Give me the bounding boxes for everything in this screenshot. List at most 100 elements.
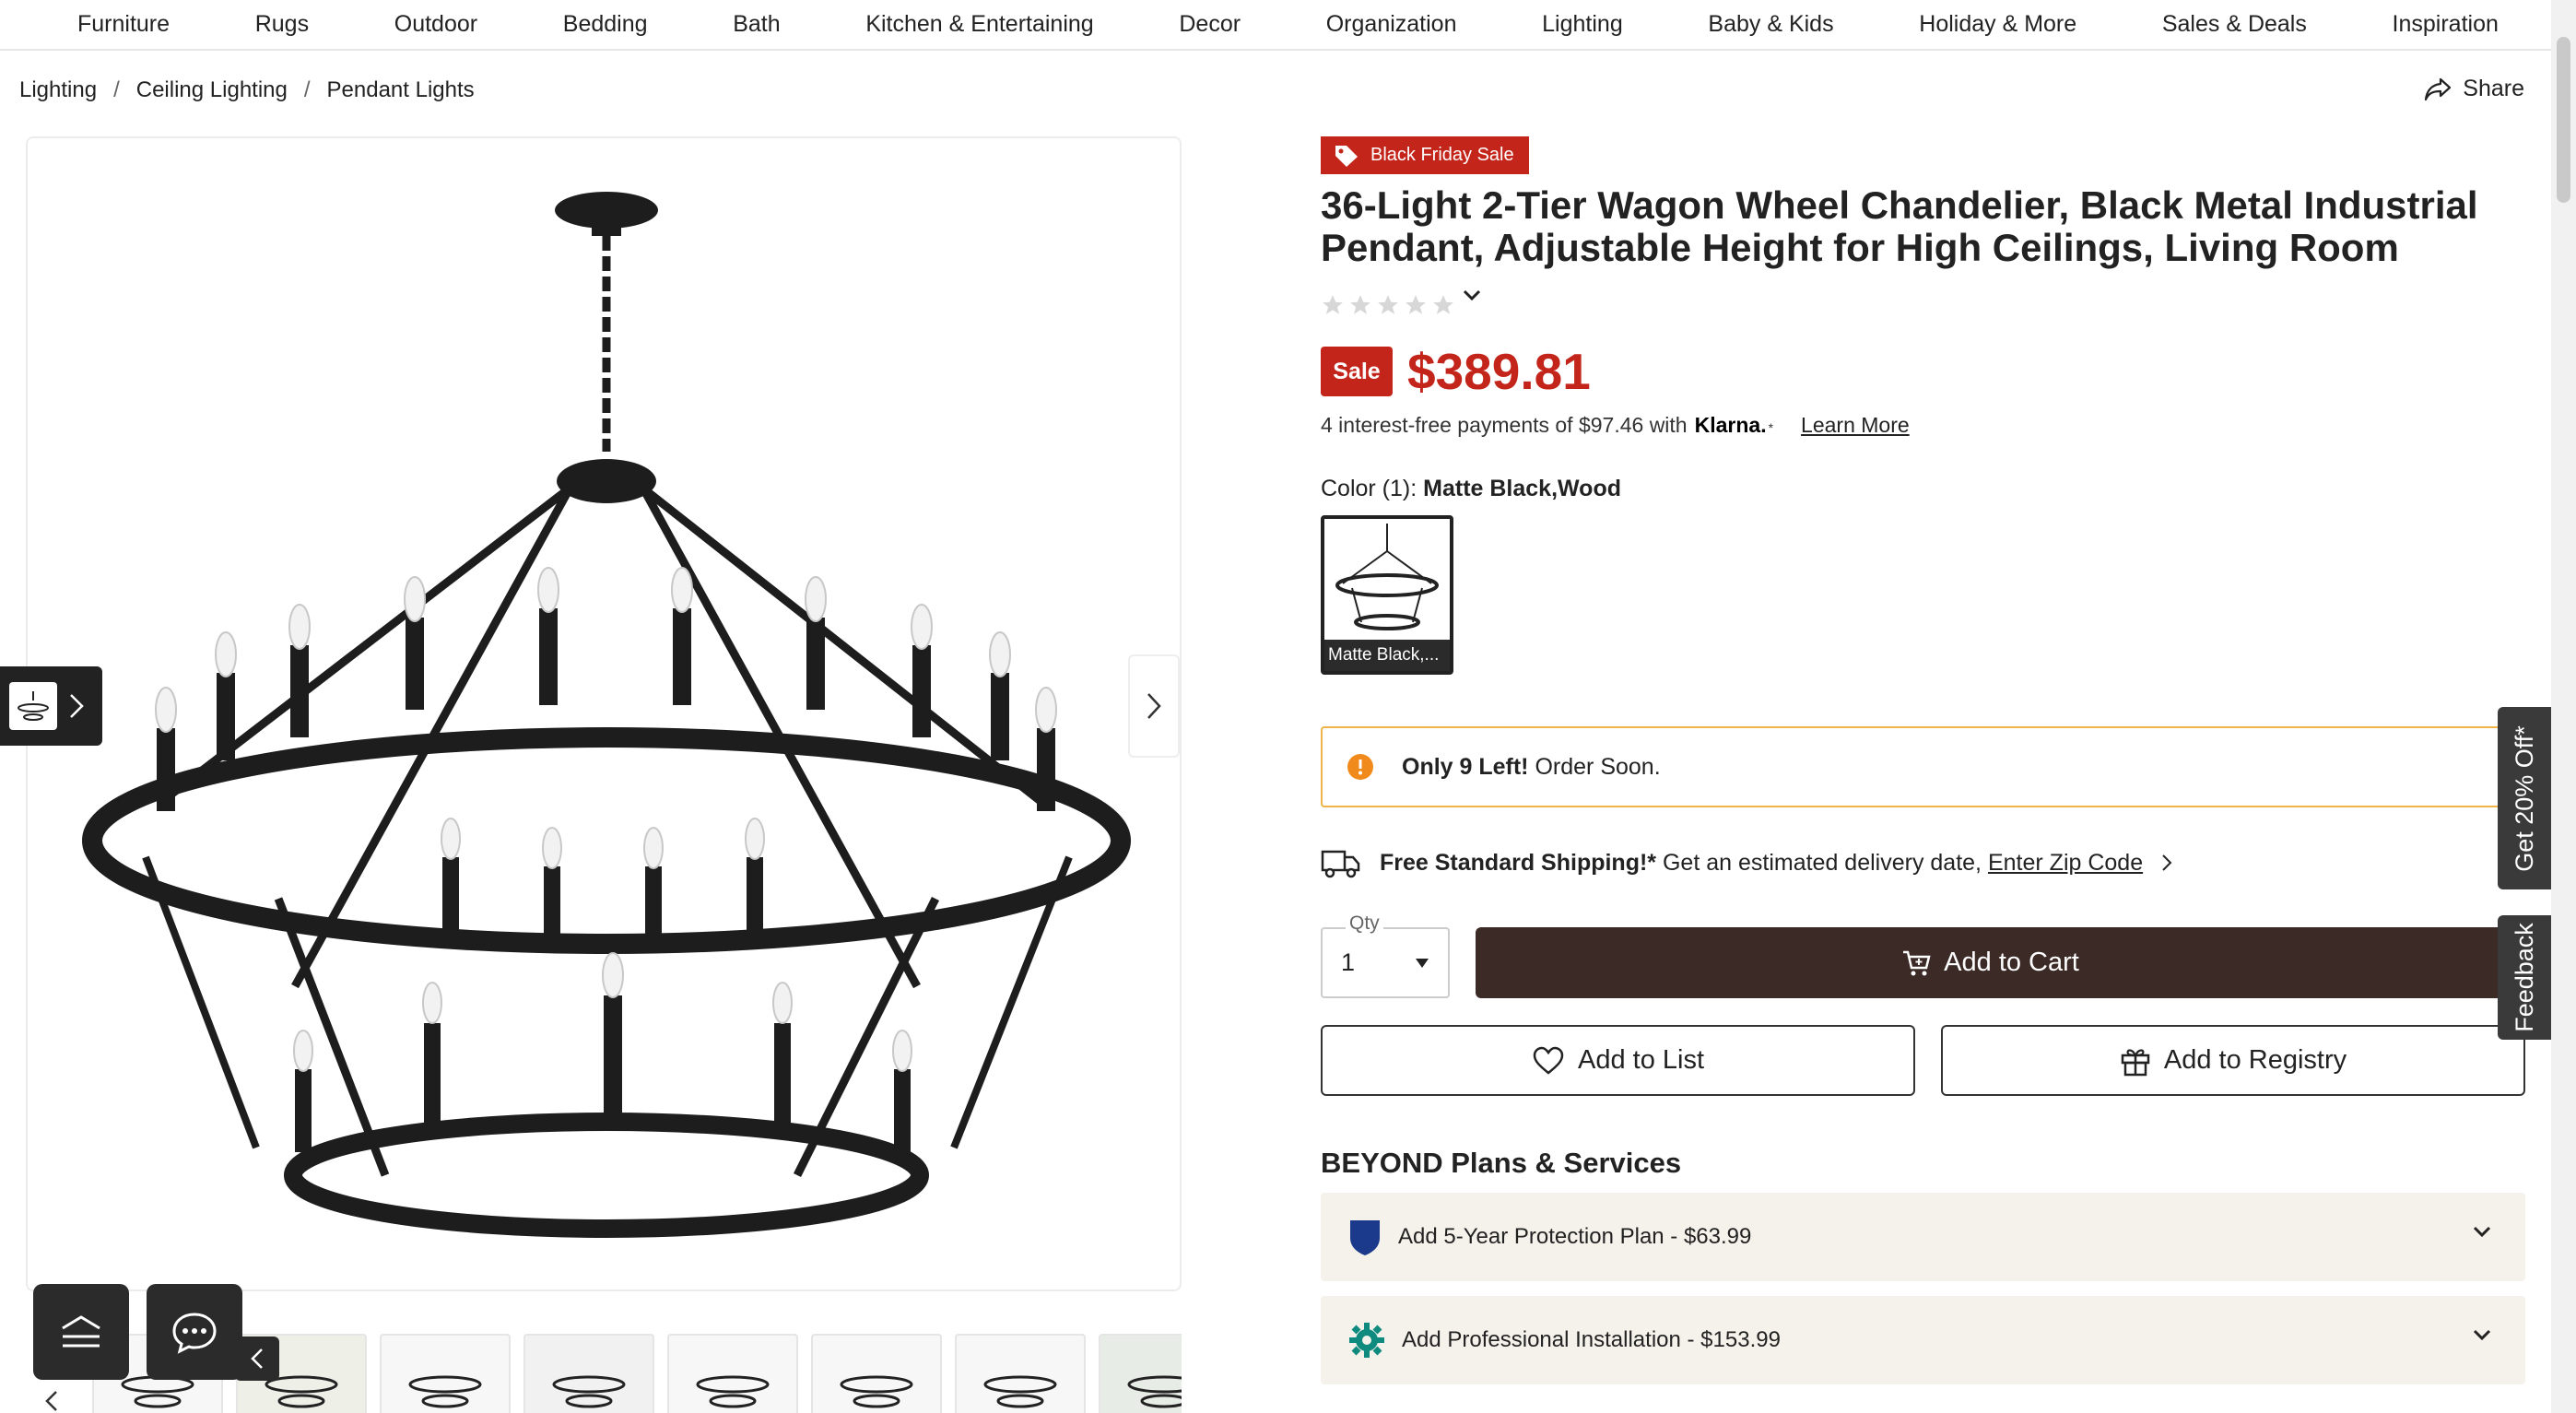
- chevron-right-icon: [2162, 854, 2172, 871]
- rating-dropdown-toggle[interactable]: [1462, 288, 1482, 307]
- add-to-registry-button[interactable]: Add to Registry: [1941, 1025, 2525, 1096]
- chat-icon: [172, 1313, 217, 1354]
- klarna-asterisk: *: [1768, 420, 1774, 435]
- nav-item-kitchen[interactable]: Kitchen & Entertaining: [865, 11, 1093, 38]
- scrollbar-thumb[interactable]: [2557, 37, 2570, 203]
- swatch-caption: Matte Black,...: [1324, 640, 1450, 671]
- star-icon: [1433, 295, 1453, 314]
- thumbnail[interactable]: [1099, 1334, 1182, 1413]
- add-to-cart-button[interactable]: Add to Cart: [1476, 927, 2505, 998]
- chandelier-thumbnail-icon: [840, 1375, 913, 1408]
- nav-item-bath[interactable]: Bath: [733, 11, 780, 38]
- quantity-select[interactable]: 1: [1321, 927, 1450, 998]
- chandelier-thumbnail-icon: [1127, 1375, 1182, 1408]
- breadcrumb-lighting[interactable]: Lighting: [19, 77, 97, 103]
- chevron-down-icon: [2473, 1226, 2491, 1238]
- chandelier-thumbnail-icon: [18, 691, 49, 721]
- share-button[interactable]: Share: [2424, 76, 2524, 102]
- plans-section-title: BEYOND Plans & Services: [1321, 1147, 1682, 1179]
- shipping-message: Free Standard Shipping!* Get an estimate…: [1380, 850, 2143, 877]
- discount-offer-tab[interactable]: Get 20% Off*: [2498, 707, 2551, 889]
- shipping-free-label: Free Standard Shipping!*: [1380, 849, 1657, 876]
- shipping-estimate-text: Get an estimated delivery date,: [1662, 849, 1982, 876]
- top-navigation: Furniture Rugs Outdoor Bedding Bath Kitc…: [0, 0, 2576, 51]
- thumbnail-drawer-tab[interactable]: [0, 666, 102, 746]
- klarna-learn-more-link[interactable]: Learn More: [1801, 413, 1910, 438]
- add-to-list-button[interactable]: Add to List: [1321, 1025, 1915, 1096]
- thumbnail[interactable]: [955, 1334, 1086, 1413]
- thumbnail-prev-button[interactable]: [33, 1383, 70, 1413]
- gift-icon: [2121, 1048, 2150, 1076]
- star-icon: [1323, 295, 1343, 314]
- low-stock-alert: Only 9 Left! Order Soon.: [1321, 726, 2505, 807]
- breadcrumb-ceiling-lighting[interactable]: Ceiling Lighting: [136, 77, 288, 103]
- star-icon: [1406, 295, 1426, 314]
- enter-zip-link[interactable]: Enter Zip Code: [1988, 850, 2143, 876]
- breadcrumb-separator: /: [303, 77, 311, 102]
- promo-badge-label: Black Friday Sale: [1370, 145, 1514, 165]
- protection-plan-option[interactable]: Add 5-Year Protection Plan - $63.99: [1321, 1193, 2525, 1281]
- stock-urgency: Order Soon.: [1535, 753, 1661, 780]
- nav-item-furniture[interactable]: Furniture: [77, 11, 170, 38]
- chandelier-thumbnail-icon: [408, 1375, 482, 1408]
- nav-item-lighting[interactable]: Lighting: [1542, 11, 1623, 38]
- chandelier-image: [82, 192, 1131, 1238]
- nav-item-baby-kids[interactable]: Baby & Kids: [1708, 11, 1833, 38]
- shipping-info: Free Standard Shipping!* Get an estimate…: [1321, 846, 2172, 879]
- scroll-to-top-button[interactable]: [33, 1284, 129, 1380]
- quantity-label: Qty: [1346, 913, 1383, 935]
- add-to-registry-label: Add to Registry: [2163, 1045, 2347, 1075]
- image-next-button[interactable]: [1128, 654, 1180, 758]
- star-icon: [1378, 295, 1398, 314]
- chat-button[interactable]: [147, 1284, 242, 1380]
- installation-label: Add Professional Installation - $153.99: [1402, 1327, 1781, 1352]
- color-value: Matte Black,Wood: [1423, 476, 1621, 501]
- thumbnail[interactable]: [523, 1334, 654, 1413]
- nav-item-decor[interactable]: Decor: [1179, 11, 1241, 38]
- product-main-image[interactable]: [26, 136, 1182, 1291]
- chevron-left-icon: [45, 1391, 57, 1411]
- nav-item-organization[interactable]: Organization: [1326, 11, 1457, 38]
- product-price: $389.81: [1407, 343, 1591, 400]
- klarna-logo: Klarna.: [1694, 413, 1767, 437]
- discount-offer-label: Get 20% Off*: [2510, 724, 2538, 872]
- heart-icon: [1533, 1046, 1564, 1075]
- caret-down-icon: [1416, 958, 1429, 968]
- thumbnail[interactable]: [380, 1334, 511, 1413]
- shield-icon: [1350, 1220, 1380, 1255]
- chevron-down-icon: [2473, 1329, 2491, 1341]
- add-to-list-label: Add to List: [1577, 1045, 1705, 1075]
- chandelier-thumbnail-icon: [552, 1375, 626, 1408]
- feedback-label: Feedback: [2510, 923, 2538, 1032]
- truck-icon: [1321, 850, 1360, 878]
- color-swatch-matte-black[interactable]: Matte Black,...: [1321, 515, 1453, 675]
- cart-icon: [1903, 950, 1931, 975]
- chandelier-thumbnail-icon: [983, 1375, 1057, 1408]
- share-icon: [2425, 77, 2452, 100]
- thumbnail-preview: [9, 682, 57, 730]
- rating-stars[interactable]: [1321, 293, 1455, 317]
- feedback-tab[interactable]: Feedback: [2498, 915, 2551, 1040]
- chevron-down-icon: [1463, 289, 1481, 301]
- nav-item-bedding[interactable]: Bedding: [563, 11, 648, 38]
- nav-item-rugs[interactable]: Rugs: [255, 11, 309, 38]
- nav-item-inspiration[interactable]: Inspiration: [2393, 11, 2499, 38]
- add-to-cart-label: Add to Cart: [1944, 948, 2079, 977]
- page-scrollbar[interactable]: [2551, 0, 2576, 1413]
- collapse-floating-button[interactable]: [235, 1336, 279, 1381]
- product-title: 36-Light 2-Tier Wagon Wheel Chandelier, …: [1321, 183, 2478, 269]
- nav-item-outdoor[interactable]: Outdoor: [394, 11, 477, 38]
- chevron-left-icon: [251, 1348, 263, 1369]
- thumbnail[interactable]: [667, 1334, 798, 1413]
- chevron-right-icon: [70, 694, 84, 718]
- stock-count: Only 9 Left!: [1402, 753, 1529, 780]
- installation-option[interactable]: Add Professional Installation - $153.99: [1321, 1296, 2525, 1384]
- chandelier-thumbnail-icon: [696, 1375, 770, 1408]
- nav-item-holiday[interactable]: Holiday & More: [1919, 11, 2076, 38]
- thumbnail[interactable]: [811, 1334, 942, 1413]
- tag-icon: [1335, 145, 1358, 167]
- color-label-prefix: Color (1):: [1321, 476, 1417, 501]
- chandelier-swatch-image: [1335, 524, 1439, 630]
- nav-item-sales[interactable]: Sales & Deals: [2162, 11, 2307, 38]
- breadcrumb-pendant-lights[interactable]: Pendant Lights: [327, 77, 475, 103]
